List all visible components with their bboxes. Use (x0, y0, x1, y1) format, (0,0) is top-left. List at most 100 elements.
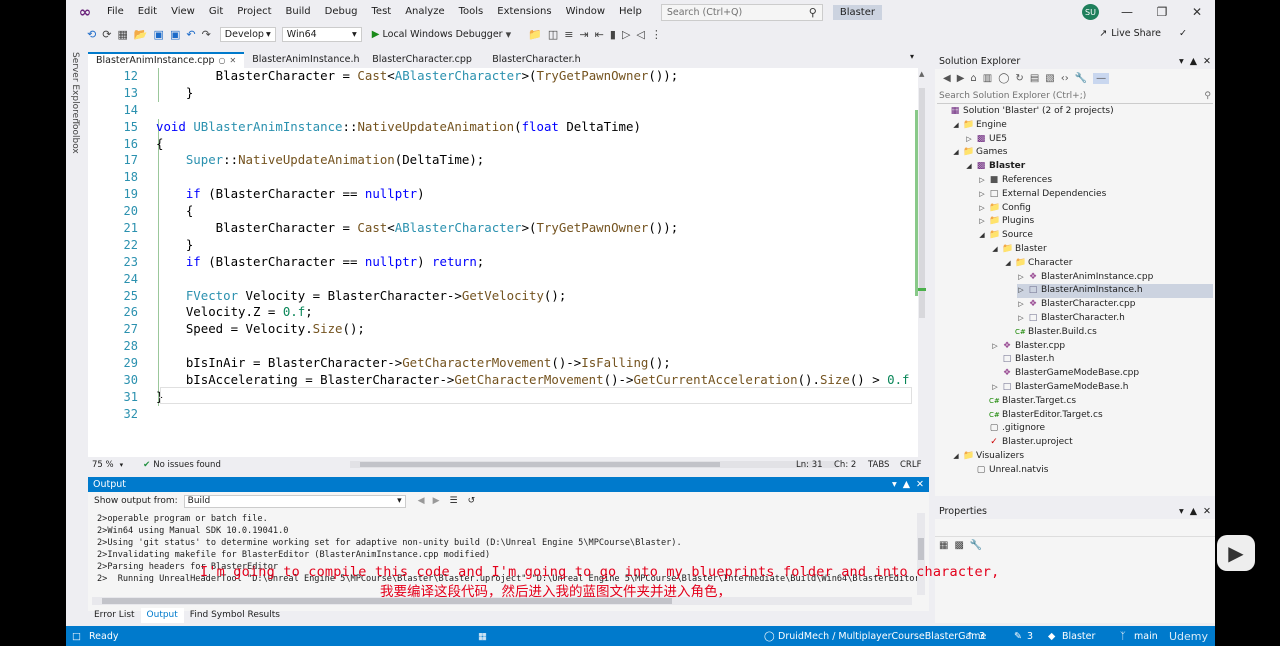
tree-node[interactable]: ◢ 📁 Blaster (991, 243, 1213, 257)
menu-item-project[interactable]: Project (230, 0, 278, 24)
maximize-button[interactable]: ❐ (1145, 0, 1179, 24)
open-folder-icon[interactable]: 📁 (528, 28, 542, 41)
show-all-files-icon[interactable]: ▧ (1045, 73, 1054, 84)
collapse-all-icon[interactable]: ▤ (1030, 73, 1039, 84)
switch-views-icon[interactable]: ▥ (983, 73, 992, 84)
pin-icon[interactable]: ▲ (903, 479, 910, 490)
find-message-icon[interactable]: ◀ (418, 496, 425, 506)
tree-node[interactable]: ▷ □ BlasterAnimInstance.h (1017, 284, 1213, 299)
tab-overflow-icon[interactable]: ▾ (910, 52, 918, 68)
code-line[interactable] (156, 271, 911, 288)
tree-node[interactable]: ▢ .gitignore (978, 422, 1213, 436)
tree-node[interactable]: ▷ ■ References (978, 174, 1213, 188)
server-explorer-tab[interactable]: Server Explorer (70, 52, 80, 122)
git-icon[interactable]: ◯ (998, 73, 1009, 84)
preview-selected-icon[interactable]: — (1093, 73, 1110, 84)
expand-arrow-icon[interactable]: ◢ (1004, 257, 1012, 271)
tree-node[interactable]: ▷ ❖ BlasterCharacter.cpp (1017, 298, 1213, 312)
tree-node[interactable]: C# Blaster.Build.cs (1004, 326, 1213, 340)
close-tab-icon[interactable]: ✕ (230, 54, 237, 68)
expand-arrow-icon[interactable]: ▷ (978, 215, 986, 229)
tree-node[interactable]: ▷ □ External Dependencies (978, 188, 1213, 202)
code-line[interactable]: if (BlasterCharacter == nullptr) return; (156, 254, 911, 271)
toolbox-tab[interactable]: Toolbox (70, 120, 80, 154)
next-message-icon[interactable]: ▶ (433, 496, 440, 506)
tree-node[interactable]: ▦ Solution 'Blaster' (2 of 2 projects) (939, 105, 1213, 119)
undo-icon[interactable]: ↶ (186, 28, 195, 41)
tab-blastercharacter-cpp[interactable]: BlasterCharacter.cpp (364, 52, 484, 68)
expand-arrow-icon[interactable]: ◢ (952, 146, 960, 160)
panel-menu-icon[interactable]: ▾ (1179, 56, 1184, 67)
close-icon[interactable]: ✕ (1203, 506, 1211, 517)
code-editor[interactable]: 12 13 14 15 16 17 18 19 20 21 22 23 24 25 26 27 28 29 30 31… (88, 68, 918, 457)
properties-wrench-icon[interactable]: 🔧 (1075, 73, 1087, 84)
next-bookmark-icon[interactable]: ▷ (622, 28, 630, 41)
minimize-button[interactable]: — (1110, 0, 1144, 24)
code-line[interactable]: { (156, 136, 911, 153)
property-pages-icon[interactable]: 🔧 (970, 540, 982, 551)
repository-name[interactable]: DruidMech / MultiplayerCourseBlasterGame (778, 631, 986, 642)
chevron-down-icon[interactable]: ▾ (120, 461, 124, 469)
outdent-icon[interactable]: ⇤ (595, 28, 604, 41)
expand-arrow-icon[interactable]: ◢ (991, 243, 999, 257)
menu-item-help[interactable]: Help (612, 0, 649, 24)
tree-node[interactable]: ◢ 📁 Games (952, 146, 1213, 160)
code-line[interactable]: FVector Velocity = BlasterCharacter->Get… (156, 288, 911, 305)
scrollbar-thumb[interactable] (918, 538, 924, 560)
code-text[interactable]: BlasterCharacter = Cast<ABlasterCharacte… (156, 68, 911, 423)
code-view-icon[interactable]: ‹› (1061, 73, 1069, 84)
clear-all-icon[interactable]: ☰ (450, 496, 458, 506)
line-ending-indicator[interactable]: CRLF (900, 460, 921, 470)
code-line[interactable]: BlasterCharacter = Cast<ABlasterCharacte… (156, 220, 911, 237)
expand-arrow-icon[interactable]: ◢ (952, 450, 960, 464)
tab-blasteraniminstance-h[interactable]: BlasterAnimInstance.h (244, 52, 364, 68)
tabs-indicator[interactable]: TABS (868, 460, 889, 470)
tree-node[interactable]: ▷ □ BlasterGameModeBase.h (991, 381, 1213, 395)
code-line[interactable]: Speed = Velocity.Size(); (156, 321, 911, 338)
menu-item-test[interactable]: Test (365, 0, 399, 24)
alphabetical-icon[interactable]: ▩ (954, 540, 963, 551)
tree-node[interactable]: ✓ Blaster.uproject (978, 436, 1213, 450)
menu-item-edit[interactable]: Edit (131, 0, 164, 24)
expand-arrow-icon[interactable]: ▷ (978, 174, 986, 188)
open-file-icon[interactable]: 📂 (134, 28, 148, 41)
tree-node[interactable]: □ Blaster.h (991, 353, 1213, 367)
editor-horizontal-scrollbar[interactable] (350, 461, 838, 468)
tree-node[interactable]: ▷ □ BlasterCharacter.h (1017, 312, 1213, 326)
expand-arrow-icon[interactable]: ◢ (978, 229, 986, 243)
word-wrap-icon[interactable]: ↺ (468, 496, 476, 506)
menu-item-extensions[interactable]: Extensions (490, 0, 558, 24)
close-icon[interactable]: ✕ (1203, 56, 1211, 67)
tree-node[interactable]: ◢ 📁 Source (978, 229, 1213, 243)
code-line[interactable]: { (156, 203, 911, 220)
back-icon[interactable]: ⟲ (87, 28, 96, 41)
expand-arrow-icon[interactable]: ▷ (965, 133, 973, 147)
code-line[interactable] (156, 338, 911, 355)
output-vertical-scrollbar[interactable] (917, 513, 925, 595)
home-icon[interactable]: ⌂ (970, 73, 976, 84)
output-window-icon[interactable]: □ (72, 631, 81, 642)
line-indicator[interactable]: Ln: 31 (796, 460, 823, 470)
menu-item-git[interactable]: Git (202, 0, 230, 24)
tree-node[interactable]: ▢ Unreal.natvis (965, 464, 1213, 478)
code-line[interactable]: bIsInAir = BlasterCharacter->GetCharacte… (156, 355, 911, 372)
expand-arrow-icon[interactable]: ◢ (965, 160, 973, 174)
solution-search-input[interactable]: Search Solution Explorer (Ctrl+;) (939, 91, 1086, 101)
save-all-icon[interactable]: ▣ (170, 28, 180, 41)
code-line[interactable]: Super::NativeUpdateAnimation(DeltaTime); (156, 152, 911, 169)
column-indicator[interactable]: Ch: 2 (834, 460, 856, 470)
screenshot-icon[interactable]: ◫ (548, 28, 558, 41)
outgoing-commits[interactable]: 3 (979, 631, 985, 642)
output-source-dropdown[interactable]: Build ▾ (183, 494, 406, 508)
code-line[interactable]: } (156, 85, 911, 102)
chevron-down-icon[interactable]: ▾ (506, 28, 512, 41)
menu-item-debug[interactable]: Debug (318, 0, 365, 24)
prev-bookmark-icon[interactable]: ◁ (636, 28, 644, 41)
menu-item-build[interactable]: Build (279, 0, 318, 24)
code-line[interactable] (156, 102, 911, 119)
expand-arrow-icon[interactable]: ▷ (1017, 312, 1025, 326)
video-play-icon[interactable]: ▶ (1217, 535, 1255, 571)
save-icon[interactable]: ▣ (154, 28, 164, 41)
scrollbar-thumb[interactable] (360, 462, 720, 467)
expand-arrow-icon[interactable]: ▷ (1017, 271, 1025, 285)
